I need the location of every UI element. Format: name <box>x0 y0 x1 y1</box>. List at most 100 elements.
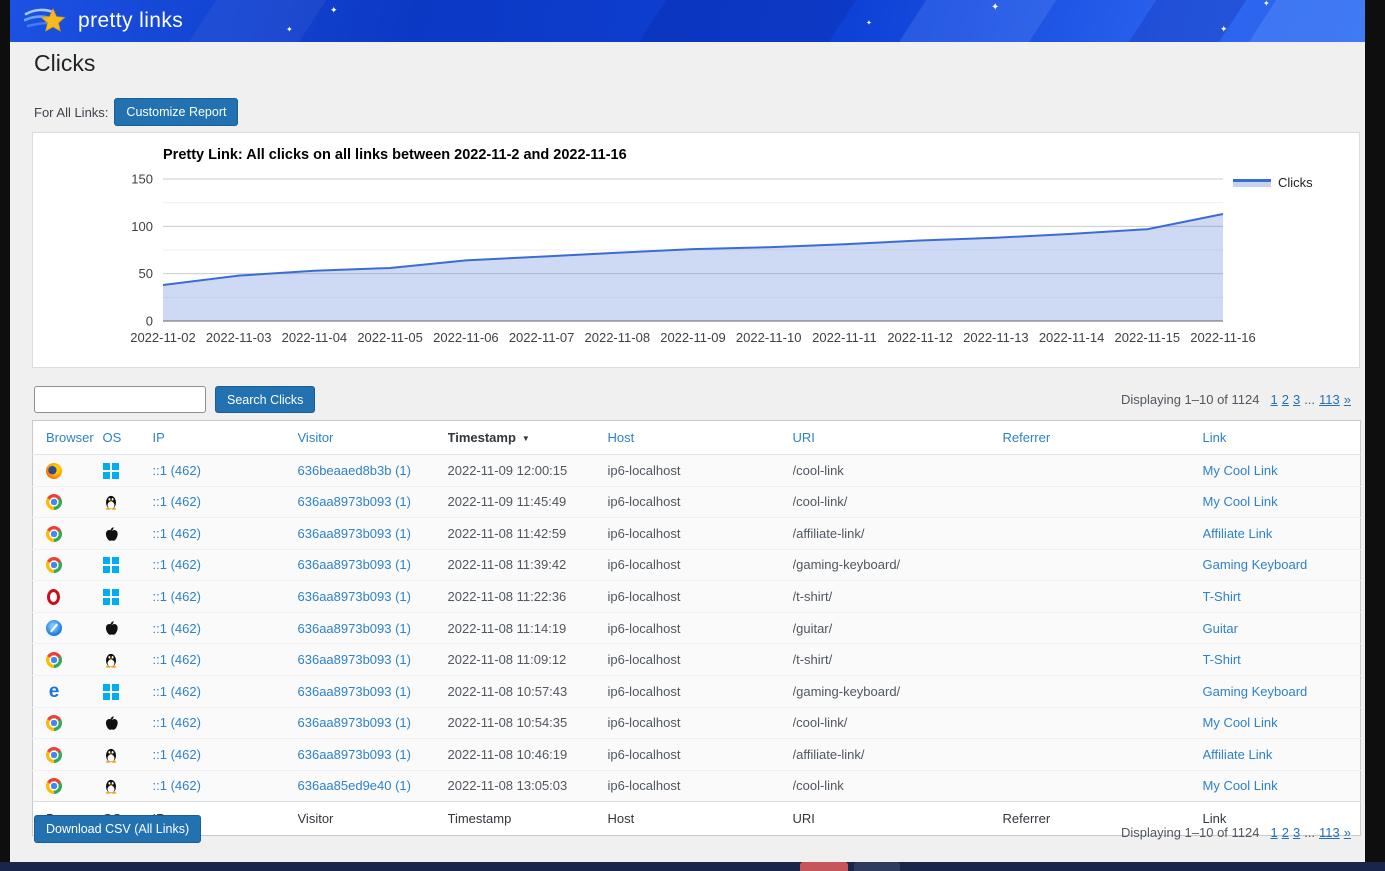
table-header-row: Browser OS IP Visitor Timestamp ▼ Host URI Refer… <box>33 421 1361 455</box>
column-header-visitor[interactable]: Visitor <box>298 430 334 445</box>
download-csv-button[interactable]: Download CSV (All Links) <box>34 815 201 843</box>
visitor-cell: 636aa8973b093 (1) <box>298 581 448 613</box>
timestamp-cell: 2022-11-08 10:57:43 <box>448 675 608 707</box>
pretty-links-logo: pretty links <box>24 6 183 36</box>
visitor-link[interactable]: 636aa8973b093 (1) <box>298 557 412 572</box>
uri-cell: /gaming-keyboard/ <box>793 675 1003 707</box>
taskbar-dark-chip <box>854 862 900 871</box>
visitor-link[interactable]: 636aa8973b093 (1) <box>298 494 412 509</box>
linux-icon <box>103 778 119 794</box>
pagination-summary: Displaying 1–10 of 1124 <box>1121 392 1260 407</box>
pretty-link-name-link[interactable]: Affiliate Link <box>1203 747 1273 762</box>
pagination-next[interactable]: » <box>1344 825 1351 840</box>
ip-link[interactable]: ::1 (462) <box>153 463 201 478</box>
column-header-os[interactable]: OS <box>103 430 122 445</box>
pagination-page-3[interactable]: 3 <box>1293 825 1300 840</box>
pretty-link-name-link[interactable]: T-Shirt <box>1203 652 1241 667</box>
pagination-page-1[interactable]: 1 <box>1270 392 1277 407</box>
visitor-link[interactable]: 636aa8973b093 (1) <box>298 652 412 667</box>
visitor-cell: 636aa8973b093 (1) <box>298 612 448 644</box>
pretty-link-name-link[interactable]: My Cool Link <box>1203 463 1278 478</box>
linux-icon <box>103 652 119 668</box>
search-clicks-input[interactable] <box>34 386 206 413</box>
column-header-timestamp[interactable]: Timestamp <box>448 430 516 445</box>
search-clicks-button[interactable]: Search Clicks <box>215 386 315 413</box>
timestamp-cell: 2022-11-09 11:45:49 <box>448 486 608 518</box>
chrome-icon <box>46 778 62 794</box>
ip-link[interactable]: ::1 (462) <box>153 652 201 667</box>
pagination-page-2[interactable]: 2 <box>1282 825 1289 840</box>
sort-desc-icon: ▼ <box>522 434 530 443</box>
timestamp-cell: 2022-11-08 10:54:35 <box>448 707 608 739</box>
referrer-cell <box>1003 518 1203 550</box>
ip-link[interactable]: ::1 (462) <box>153 494 201 509</box>
os-cell <box>103 455 153 487</box>
uri-cell: /cool-link/ <box>793 486 1003 518</box>
ip-link[interactable]: ::1 (462) <box>153 778 201 793</box>
visitor-cell: 636aa8973b093 (1) <box>298 675 448 707</box>
chrome-icon <box>46 494 62 510</box>
sparkle-icon <box>330 6 338 15</box>
timestamp-cell: 2022-11-08 13:05:03 <box>448 770 608 802</box>
ip-link[interactable]: ::1 (462) <box>153 684 201 699</box>
click-row: ::1 (462) 636aa8973b093 (1) 2022-11-08 1… <box>33 518 1361 550</box>
ip-link[interactable]: ::1 (462) <box>153 747 201 762</box>
visitor-link[interactable]: 636aa8973b093 (1) <box>298 526 412 541</box>
browser-cell <box>33 612 103 644</box>
pretty-link-name-link[interactable]: My Cool Link <box>1203 494 1278 509</box>
host-cell: ip6-localhost <box>608 612 793 644</box>
visitor-cell: 636beaaed8b3b (1) <box>298 455 448 487</box>
visitor-link[interactable]: 636aa85ed9e40 (1) <box>298 778 412 793</box>
pretty-link-name-link[interactable]: My Cool Link <box>1203 715 1278 730</box>
pagination-page-113[interactable]: 113 <box>1319 392 1340 407</box>
host-cell: ip6-localhost <box>608 486 793 518</box>
column-header-browser[interactable]: Browser <box>46 430 94 445</box>
link-cell: My Cool Link <box>1203 455 1361 487</box>
page-title: Clicks <box>34 50 95 77</box>
pretty-link-name-link[interactable]: Gaming Keyboard <box>1203 557 1308 572</box>
visitor-link[interactable]: 636aa8973b093 (1) <box>298 715 412 730</box>
pagination-page-2[interactable]: 2 <box>1282 392 1289 407</box>
visitor-link[interactable]: 636aa8973b093 (1) <box>298 589 412 604</box>
os-cell <box>103 739 153 771</box>
visitor-link[interactable]: 636aa8973b093 (1) <box>298 684 412 699</box>
pretty-link-name-link[interactable]: T-Shirt <box>1203 589 1241 604</box>
ip-link[interactable]: ::1 (462) <box>153 715 201 730</box>
pagination-next[interactable]: » <box>1344 392 1351 407</box>
pretty-link-name-link[interactable]: Gaming Keyboard <box>1203 684 1308 699</box>
ip-cell: ::1 (462) <box>153 770 298 802</box>
visitor-link[interactable]: 636aa8973b093 (1) <box>298 621 412 636</box>
ip-cell: ::1 (462) <box>153 644 298 676</box>
sparkle-icon <box>286 26 293 34</box>
visitor-cell: 636aa8973b093 (1) <box>298 739 448 771</box>
click-row: ::1 (462) 636aa8973b093 (1) 2022-11-08 1… <box>33 612 1361 644</box>
visitor-link[interactable]: 636beaaed8b3b (1) <box>298 463 412 478</box>
column-header-link[interactable]: Link <box>1203 430 1227 445</box>
ip-link[interactable]: ::1 (462) <box>153 526 201 541</box>
pretty-link-name-link[interactable]: Guitar <box>1203 621 1238 636</box>
legend-clicks-label: Clicks <box>1278 175 1313 190</box>
ip-link[interactable]: ::1 (462) <box>153 621 201 636</box>
ip-link[interactable]: ::1 (462) <box>153 557 201 572</box>
customize-report-button[interactable]: Customize Report <box>114 98 238 126</box>
column-header-host[interactable]: Host <box>608 430 635 445</box>
host-cell: ip6-localhost <box>608 644 793 676</box>
visitor-link[interactable]: 636aa8973b093 (1) <box>298 747 412 762</box>
svg-text:2022-11-11: 2022-11-11 <box>812 330 877 345</box>
pretty-link-name-link[interactable]: My Cool Link <box>1203 778 1278 793</box>
pagination-page-1[interactable]: 1 <box>1270 825 1277 840</box>
link-cell: My Cool Link <box>1203 486 1361 518</box>
link-cell: T-Shirt <box>1203 644 1361 676</box>
pagination-page-113[interactable]: 113 <box>1319 825 1340 840</box>
column-header-referrer[interactable]: Referrer <box>1003 430 1051 445</box>
ip-link[interactable]: ::1 (462) <box>153 589 201 604</box>
referrer-cell <box>1003 549 1203 581</box>
pretty-link-name-link[interactable]: Affiliate Link <box>1203 526 1273 541</box>
link-cell: My Cool Link <box>1203 770 1361 802</box>
column-header-uri[interactable]: URI <box>793 430 815 445</box>
host-cell: ip6-localhost <box>608 549 793 581</box>
pagination-page-3[interactable]: 3 <box>1293 392 1300 407</box>
column-header-ip[interactable]: IP <box>153 430 165 445</box>
visitor-cell: 636aa8973b093 (1) <box>298 707 448 739</box>
opera-icon <box>47 589 60 605</box>
